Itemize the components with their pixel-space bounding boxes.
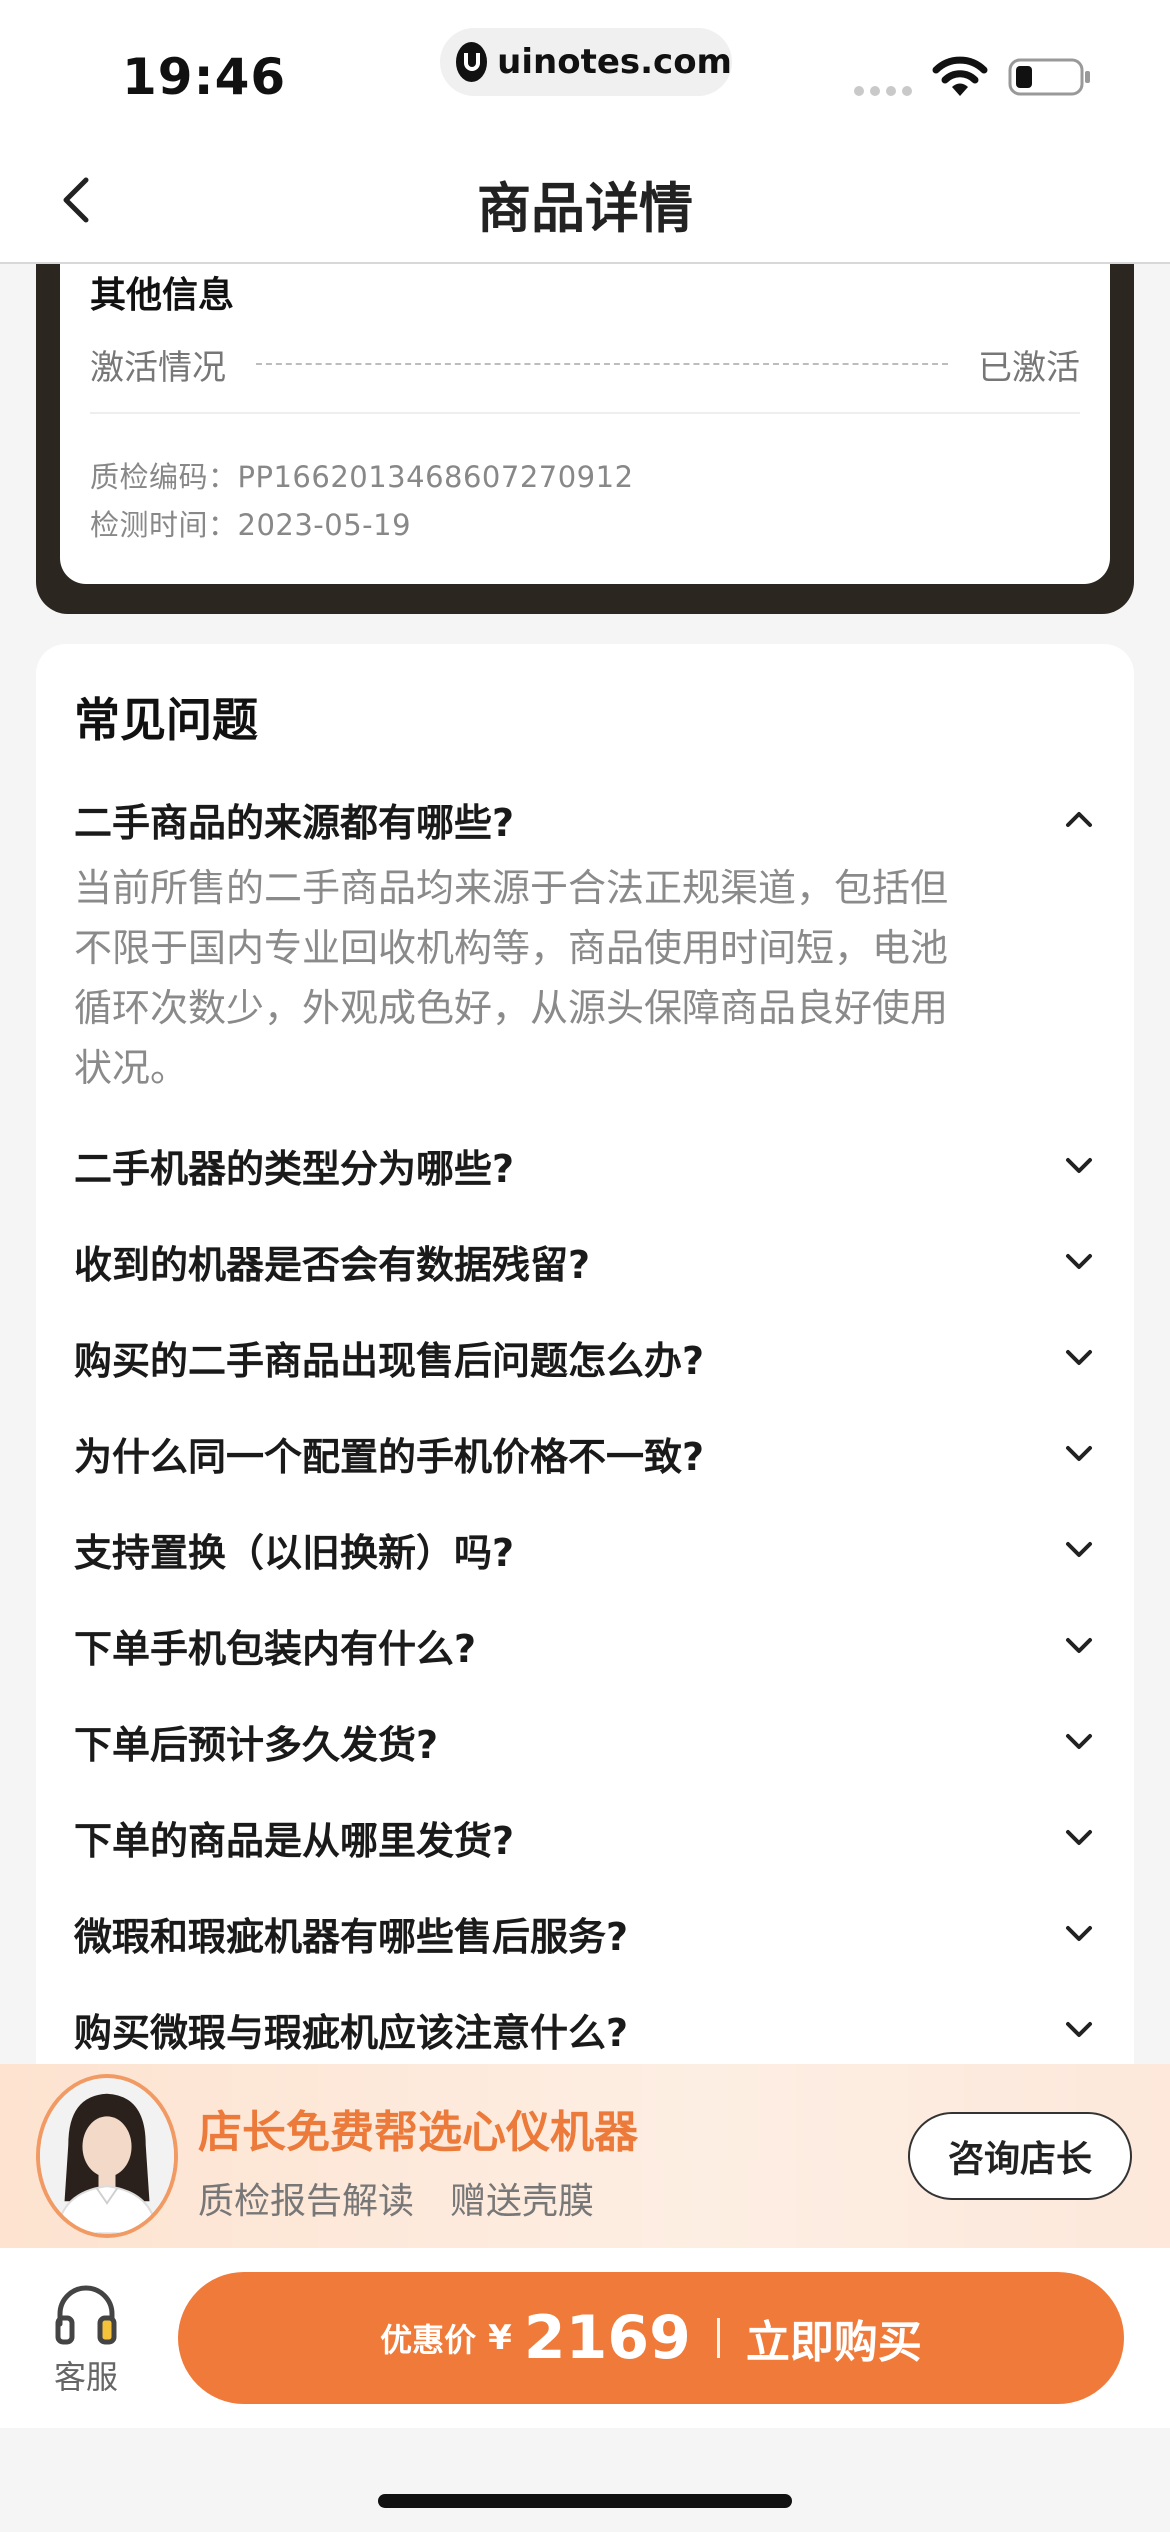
headset-icon	[55, 2285, 117, 2345]
promo-subtitle: 质检报告解读 赠送壳膜	[198, 2172, 630, 2224]
faq-answer-line: 状况。	[74, 1046, 189, 1090]
other-info-title: 其他信息	[90, 275, 235, 316]
activation-value: 已激活	[978, 347, 1080, 388]
faq-question: 支持置换（以旧换新）吗?	[74, 1530, 515, 1575]
navigation-bar: 商品详情	[0, 140, 1170, 264]
faq-question: 为什么同一个配置的手机价格不一致?	[74, 1434, 705, 1479]
divider	[90, 412, 1080, 414]
chevron-up-icon	[1066, 812, 1092, 827]
faq-item[interactable]: 购买微瑕与瑕疵机应该注意什么?	[74, 1994, 1096, 2064]
wifi-icon	[932, 56, 988, 96]
store-manager-banner[interactable]: 店长免费帮选心仪机器 质检报告解读 赠送壳膜 咨询店长	[0, 2064, 1170, 2248]
other-info-card: 其他信息 激活情况 已激活 质检编码：PP1662013468607270912…	[60, 264, 1110, 584]
person-portrait-icon	[40, 2078, 174, 2234]
chevron-down-icon	[1066, 2022, 1092, 2037]
chevron-down-icon	[1066, 1830, 1092, 1845]
site-logo-icon	[456, 42, 488, 82]
qc-code: 质检编码：PP1662013468607270912	[90, 460, 634, 494]
buy-now-button[interactable]: 优惠价 ¥ 2169 立即购买	[178, 2272, 1124, 2404]
faq-question: 下单后预计多久发货?	[74, 1722, 439, 1767]
faq-item[interactable]: 为什么同一个配置的手机价格不一致?	[74, 1418, 1096, 1488]
activation-row: 激活情况 已激活	[90, 334, 1080, 394]
home-indicator[interactable]	[378, 2494, 792, 2508]
status-time: 19:46	[122, 48, 287, 106]
faq-question: 二手机器的类型分为哪些?	[74, 1146, 515, 1191]
button-separator	[716, 2318, 720, 2358]
battery-icon	[1008, 58, 1090, 96]
faq-question: 收到的机器是否会有数据残留?	[74, 1242, 591, 1287]
faq-answer: 当前所售的二手商品均来源于合法正规渠道，包括但 不限于国内专业回收机构等，商品使…	[74, 858, 1094, 1098]
chevron-down-icon	[1066, 1542, 1092, 1557]
faq-question: 购买微瑕与瑕疵机应该注意什么?	[74, 2010, 629, 2055]
faq-question: 购买的二手商品出现售后问题怎么办?	[74, 1338, 705, 1383]
chevron-down-icon	[1066, 1254, 1092, 1269]
store-manager-avatar	[36, 2074, 178, 2238]
customer-service-label: 客服	[53, 2358, 118, 2396]
dotted-leader	[256, 363, 948, 365]
faq-item[interactable]: 二手机器的类型分为哪些?	[74, 1130, 1096, 1200]
promo-title: 店长免费帮选心仪机器	[198, 2107, 638, 2158]
customer-service-button[interactable]: 客服	[44, 2284, 128, 2396]
home-indicator-area	[0, 2428, 1170, 2532]
faq-item[interactable]: 二手商品的来源都有哪些?	[74, 784, 1096, 854]
url-pill[interactable]: uinotes.com	[440, 28, 732, 96]
faq-question: 下单的商品是从哪里发货?	[74, 1818, 515, 1863]
bottom-action-bar: 客服 优惠价 ¥ 2169 立即购买	[0, 2248, 1170, 2428]
faq-card: 常见问题 二手商品的来源都有哪些? 当前所售的二手商品均来源于合法正规渠道，包括…	[36, 644, 1134, 2064]
price-label: 优惠价	[380, 2321, 477, 2359]
faq-question: 二手商品的来源都有哪些?	[74, 800, 515, 845]
faq-heading: 常见问题	[74, 693, 258, 747]
faq-answer-line: 循环次数少，外观成色好，从源头保障商品良好使用	[74, 986, 949, 1030]
activation-label: 激活情况	[90, 347, 226, 388]
faq-item[interactable]: 下单后预计多久发货?	[74, 1706, 1096, 1776]
faq-item[interactable]: 微瑕和瑕疵机器有哪些售后服务?	[74, 1898, 1096, 1968]
faq-item[interactable]: 收到的机器是否会有数据残留?	[74, 1226, 1096, 1296]
faq-item[interactable]: 下单的商品是从哪里发货?	[74, 1802, 1096, 1872]
promo-perk-report: 质检报告解读	[198, 2181, 415, 2222]
chevron-down-icon	[1066, 1158, 1092, 1173]
chevron-down-icon	[1066, 1734, 1092, 1749]
faq-question: 微瑕和瑕疵机器有哪些售后服务?	[74, 1914, 629, 1959]
faq-question: 下单手机包装内有什么?	[74, 1626, 477, 1671]
faq-item[interactable]: 购买的二手商品出现售后问题怎么办?	[74, 1322, 1096, 1392]
consult-manager-button[interactable]: 咨询店长	[908, 2112, 1132, 2200]
chevron-down-icon	[1066, 1350, 1092, 1365]
chevron-down-icon	[1066, 1446, 1092, 1461]
cellular-signal-icon	[854, 86, 912, 96]
faq-item[interactable]: 支持置换（以旧换新）吗?	[74, 1514, 1096, 1584]
status-bar: 19:46 uinotes.com	[0, 0, 1170, 140]
buy-now-label: 立即购买	[745, 2317, 922, 2368]
url-text: uinotes.com	[497, 42, 732, 82]
faq-item[interactable]: 下单手机包装内有什么?	[74, 1610, 1096, 1680]
price-value: 2169	[523, 2303, 691, 2373]
faq-answer-line: 不限于国内专业回收机构等，商品使用时间短，电池	[74, 926, 949, 970]
info-card-frame: 其他信息 激活情况 已激活 质检编码：PP1662013468607270912…	[36, 264, 1134, 614]
faq-answer-line: 当前所售的二手商品均来源于合法正规渠道，包括但	[74, 866, 949, 910]
promo-perk-case: 赠送壳膜	[450, 2181, 595, 2222]
currency-symbol: ¥	[488, 2318, 512, 2358]
page-title: 商品详情	[477, 177, 693, 240]
chevron-down-icon	[1066, 1638, 1092, 1653]
chevron-down-icon	[1066, 1926, 1092, 1941]
test-time: 检测时间：2023-05-19	[90, 508, 412, 542]
